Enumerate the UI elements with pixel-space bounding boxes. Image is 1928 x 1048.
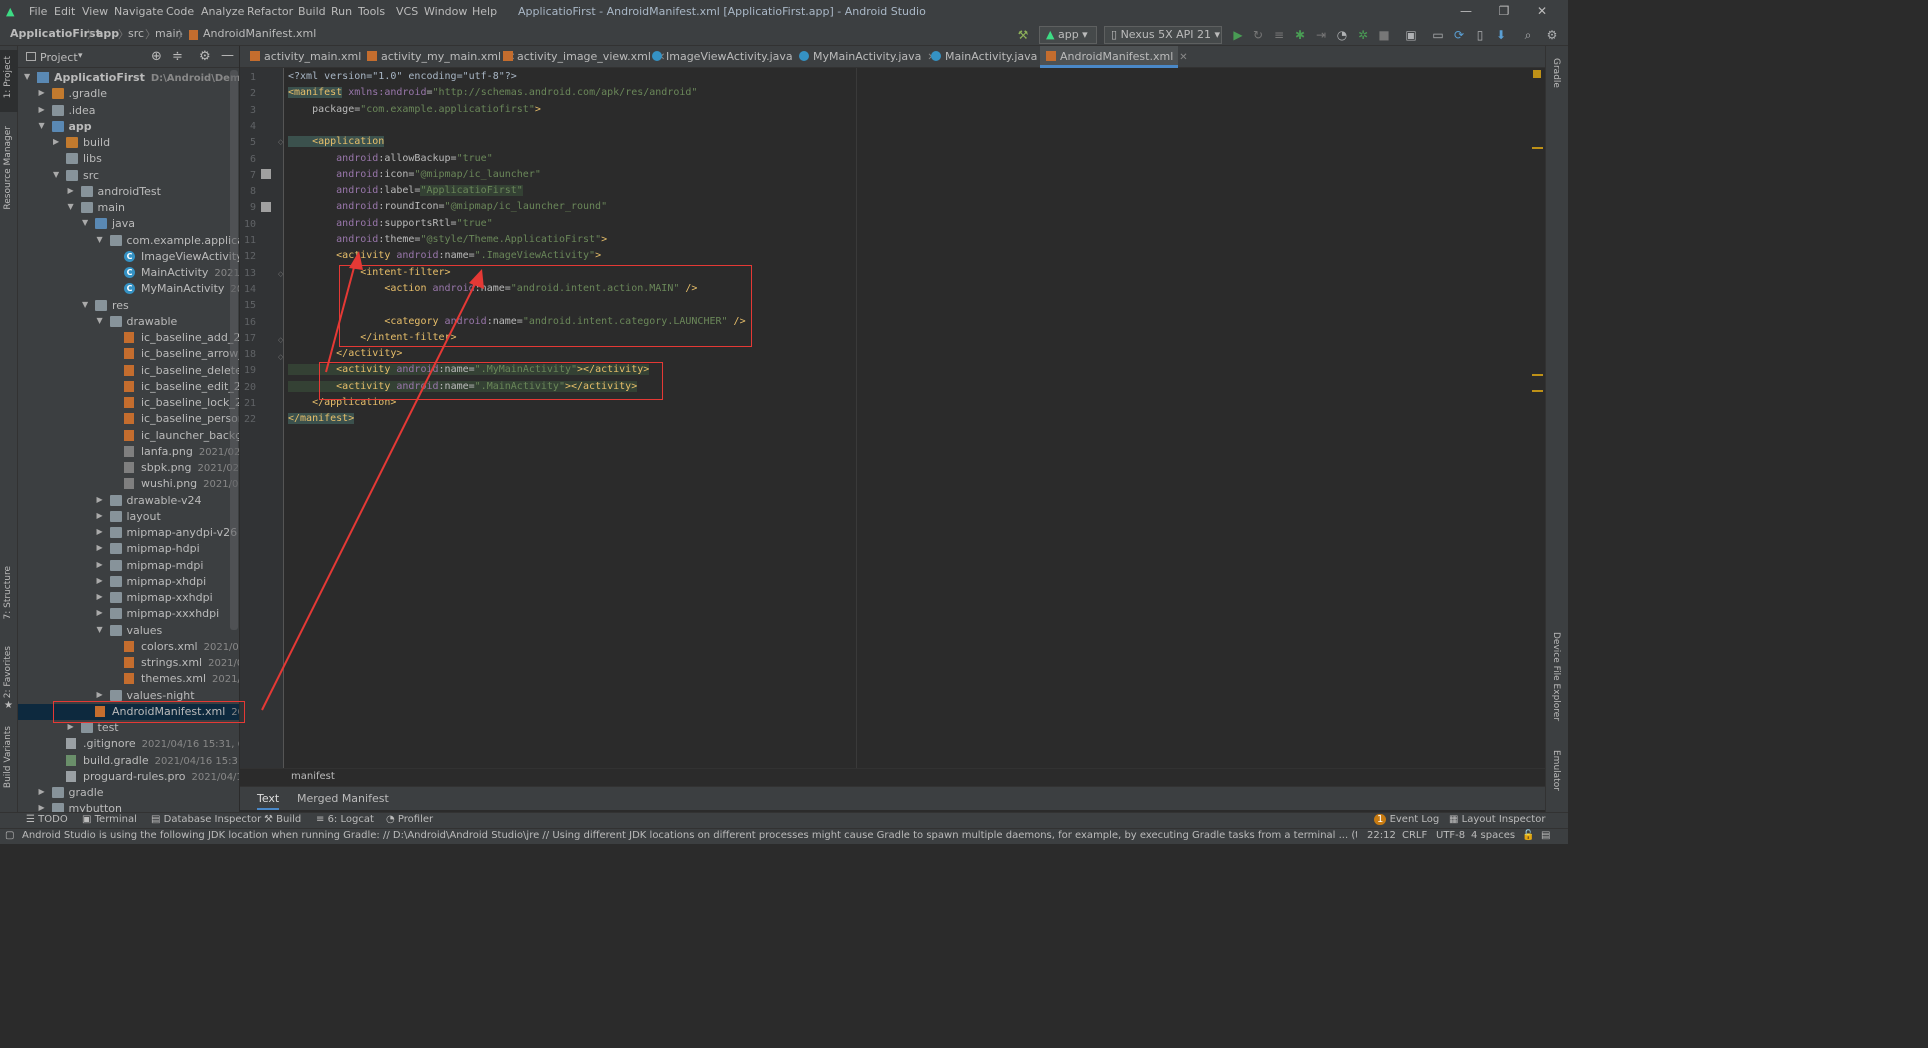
database-inspector-label: Database Inspector — [163, 814, 262, 825]
lock-icon[interactable]: 🔓 — [1522, 830, 1534, 841]
status-notification-icon[interactable]: ▢ — [5, 830, 14, 841]
profiler-label: Profiler — [397, 814, 434, 825]
editor-breadcrumb-manifest[interactable]: manifest — [291, 771, 335, 782]
tab-text-mode[interactable]: Text — [257, 792, 280, 810]
logcat-label: 6: Logcat — [327, 814, 374, 825]
build-label: Build — [276, 814, 302, 825]
editor-breadcrumb-bar: manifest — [240, 768, 1545, 786]
caret-position[interactable]: 22:12 — [1367, 830, 1396, 841]
status-message[interactable]: Android Studio is using the following JD… — [22, 830, 1357, 841]
indent-setting[interactable]: 4 spaces — [1471, 830, 1515, 841]
file-encoding[interactable]: UTF-8 — [1436, 830, 1465, 841]
event-log-label: Event Log — [1389, 814, 1440, 825]
tool-window-bar: ☰ TODO ▣ Terminal ▤ Database Inspector ⚒… — [0, 812, 1568, 828]
todo-label: TODO — [38, 814, 68, 825]
profiler-tool-button[interactable]: ◔ Profiler — [386, 814, 433, 825]
annotation-arrow-to-activity — [325, 251, 363, 373]
line-separator[interactable]: CRLF — [1402, 830, 1427, 841]
annotation-arrow-to-intent-filter — [261, 269, 484, 711]
todo-tool-button[interactable]: ☰ TODO — [26, 814, 68, 825]
logcat-tool-button[interactable]: ≡ 6: Logcat — [316, 814, 374, 825]
editor-mode-tabs: Text Merged Manifest — [240, 786, 1545, 810]
tab-merged-manifest[interactable]: Merged Manifest — [297, 792, 389, 805]
status-bar: ▢ Android Studio is using the following … — [0, 828, 1568, 844]
annotation-arrows — [261, 251, 484, 711]
event-log-tool-button[interactable]: 1 Event Log — [1374, 814, 1439, 825]
event-count-badge: 1 — [1374, 814, 1387, 825]
terminal-tool-button[interactable]: ▣ Terminal — [82, 814, 137, 825]
memory-icon[interactable]: ▤ — [1541, 830, 1550, 841]
layout-inspector-label: Layout Inspector — [1461, 814, 1546, 825]
build-tool-button[interactable]: ⚒ Build — [264, 814, 301, 825]
layout-inspector-tool-button[interactable]: ▦ Layout Inspector — [1449, 814, 1545, 825]
terminal-label: Terminal — [94, 814, 137, 825]
database-inspector-tool-button[interactable]: ▤ Database Inspector — [151, 814, 261, 825]
